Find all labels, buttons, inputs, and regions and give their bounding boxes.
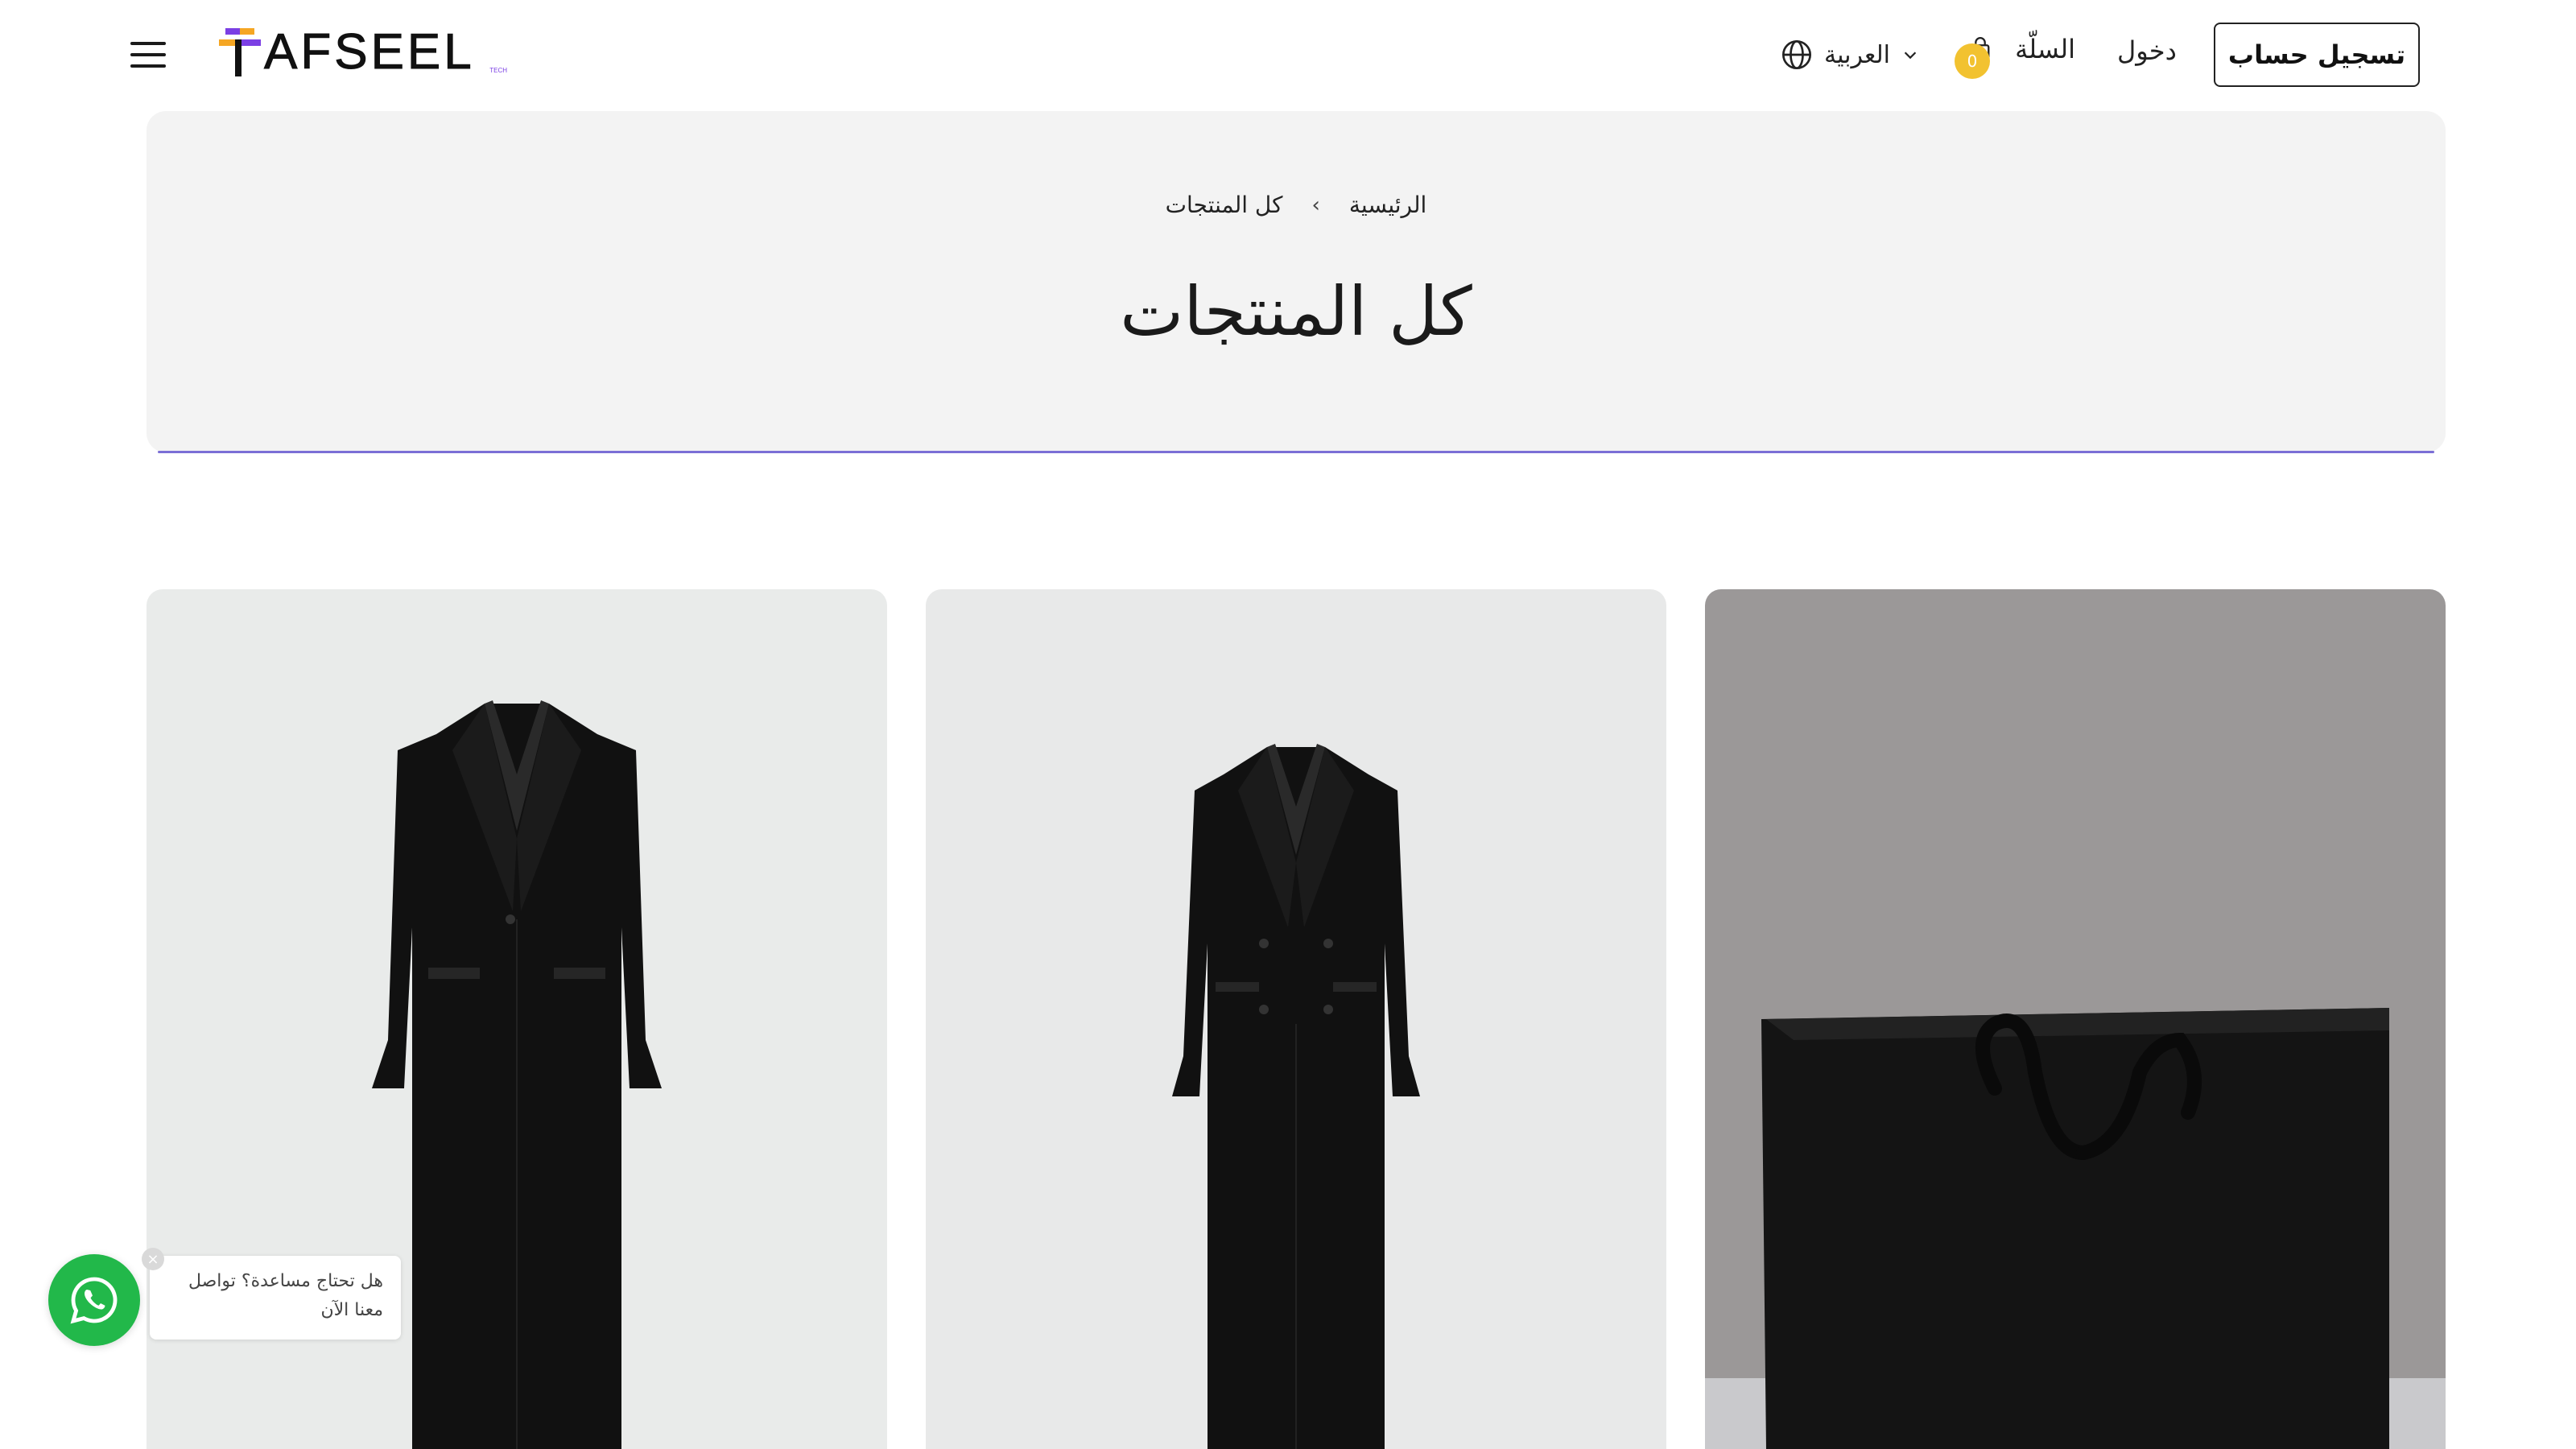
chevron-down-icon	[1904, 52, 1917, 60]
logo-text: AFSEEL	[264, 24, 475, 80]
whatsapp-help-message[interactable]: هل تحتاج مساعدة؟ تواصل معنا الآن	[150, 1256, 401, 1340]
page-title: كل المنتجات	[1120, 272, 1472, 351]
breadcrumb: الرئيسية › كل المنتجات	[147, 192, 2446, 218]
breadcrumb-home-link[interactable]: الرئيسية	[1349, 192, 1426, 218]
logo-subtext: TECH	[489, 67, 507, 74]
breadcrumb-current: كل المنتجات	[1165, 192, 1283, 218]
product-image-black-shopping-bag	[1705, 1008, 2446, 1449]
cart-button[interactable]: 0 السلّة	[1955, 29, 2083, 80]
close-icon[interactable]: ×	[142, 1248, 164, 1270]
breadcrumb-separator-icon: ›	[1311, 192, 1320, 217]
product-card-3[interactable]	[1705, 589, 2446, 1449]
whatsapp-icon	[70, 1277, 118, 1324]
language-selector[interactable]: العربية	[1781, 35, 1919, 74]
login-link[interactable]: دخول	[2117, 35, 2177, 66]
language-label: العربية	[1824, 40, 1890, 69]
hero-divider	[158, 451, 2434, 453]
site-logo[interactable]: AFSEEL TECH	[219, 24, 509, 80]
hamburger-menu-icon[interactable]	[129, 39, 167, 71]
product-card-2[interactable]	[926, 589, 1666, 1449]
product-image-black-double-breasted-coat	[1172, 744, 1420, 1449]
register-button[interactable]: تسجيل حساب	[2214, 23, 2420, 87]
page-hero: الرئيسية › كل المنتجات كل المنتجات	[147, 111, 2446, 452]
cart-count-badge: 0	[1955, 43, 1990, 79]
cart-label: السلّة	[2015, 34, 2075, 64]
globe-icon	[1782, 40, 1811, 69]
site-header: AFSEEL TECH العربية 0 السلّة دخول تسجيل …	[0, 0, 2576, 108]
logo-mark-icon	[219, 28, 261, 76]
whatsapp-button[interactable]	[48, 1254, 140, 1346]
